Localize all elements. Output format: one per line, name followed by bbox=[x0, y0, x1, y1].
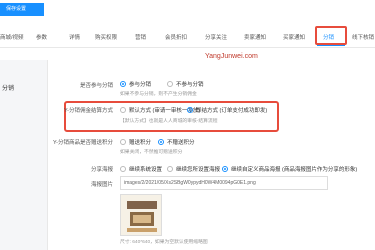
share-opt-2-label: 继续您所设置海报 bbox=[176, 167, 221, 173]
tab-purchase-permissions[interactable]: 购买权限 bbox=[95, 33, 117, 41]
tab-seller-notify[interactable]: 卖家通知 bbox=[244, 33, 266, 41]
poster-image-icon bbox=[121, 195, 161, 235]
points-hint: 如果关闭，不然推可赠送积分 bbox=[120, 150, 183, 155]
tab-details[interactable]: 详情 bbox=[69, 33, 80, 41]
points-yes-option[interactable]: 赠送积分 bbox=[120, 138, 151, 146]
join-yes-label: 参与分销 bbox=[129, 82, 152, 88]
points-no-option[interactable]: 不赠送积分 bbox=[158, 138, 195, 146]
radio-checked-icon[interactable] bbox=[222, 166, 228, 172]
poster-path-input[interactable]: images/2/2021/05/Xs2SBgW0ypydH0W4M0094pG… bbox=[120, 176, 328, 190]
watermark: YangJunwei.com bbox=[205, 53, 258, 60]
calc-hint: 【默认方式】也就是人人商城的审核-结算流程 bbox=[120, 119, 218, 124]
points-yes-label: 赠送积分 bbox=[129, 140, 152, 146]
join-label: 是否参与分销 bbox=[79, 83, 113, 89]
share-opt-3[interactable]: 继续自定义商品海报 (商品海报图片作为分享的形象) bbox=[222, 165, 357, 173]
section-title: 分销 bbox=[2, 86, 15, 92]
tab-offline-verify[interactable]: 线下核销 bbox=[352, 33, 374, 41]
radio-unchecked-icon[interactable] bbox=[167, 81, 173, 87]
share-label: 分享海报 bbox=[90, 167, 113, 173]
calc-auto-label: 即结方式 (订单支付成功即发) bbox=[196, 108, 268, 114]
top-bar: 保存设置 bbox=[0, 0, 375, 20]
radio-unchecked-icon[interactable] bbox=[120, 107, 126, 113]
tab-share-follow[interactable]: 分享关注 bbox=[205, 33, 227, 41]
tab-params[interactable]: 参数 bbox=[36, 33, 47, 41]
poster-hint: 尺寸: 640*640，如果为空默认使用缩略图 bbox=[120, 240, 208, 245]
join-no-option[interactable]: 不参与分销 bbox=[167, 80, 204, 88]
radio-checked-icon[interactable] bbox=[120, 81, 126, 87]
radio-unchecked-icon[interactable] bbox=[167, 166, 173, 172]
poster-label: 海报图片 bbox=[90, 182, 113, 188]
tab-marketing[interactable]: 营销 bbox=[135, 33, 146, 41]
radio-unchecked-icon[interactable] bbox=[120, 166, 126, 172]
save-settings-button[interactable]: 保存设置 bbox=[0, 3, 44, 16]
radio-checked-icon[interactable] bbox=[187, 107, 193, 113]
join-no-label: 不参与分销 bbox=[176, 82, 204, 88]
points-no-label: 不赠送积分 bbox=[167, 140, 195, 146]
tab-store-video[interactable]: 商城/视频 bbox=[0, 33, 24, 41]
share-opt-1[interactable]: 继续系统设置 bbox=[120, 165, 162, 173]
calc-label: Y-分销佣金结算方式 bbox=[64, 108, 113, 114]
radio-checked-icon[interactable] bbox=[158, 139, 164, 145]
share-opt-3-label: 继续自定义商品海报 (商品海报图片作为分享的形象) bbox=[231, 167, 358, 173]
points-label: Y-分销商品是否赠送积分 bbox=[53, 140, 113, 146]
share-opt-2[interactable]: 继续您所设置海报 bbox=[167, 165, 220, 173]
tab-highlight-box bbox=[315, 26, 347, 45]
poster-thumbnail[interactable] bbox=[120, 194, 162, 236]
tab-buyer-notify[interactable]: 买家通知 bbox=[283, 33, 305, 41]
join-yes-option[interactable]: 参与分销 bbox=[120, 80, 151, 88]
calc-auto-option[interactable]: 即结方式 (订单支付成功即发) bbox=[187, 106, 267, 114]
join-hint: 如果不参与分销，则不产生分销佣金 bbox=[120, 92, 197, 97]
share-opt-1-label: 继续系统设置 bbox=[129, 167, 163, 173]
radio-unchecked-icon[interactable] bbox=[120, 139, 126, 145]
tab-member-discount[interactable]: 会员折扣 bbox=[165, 33, 187, 41]
